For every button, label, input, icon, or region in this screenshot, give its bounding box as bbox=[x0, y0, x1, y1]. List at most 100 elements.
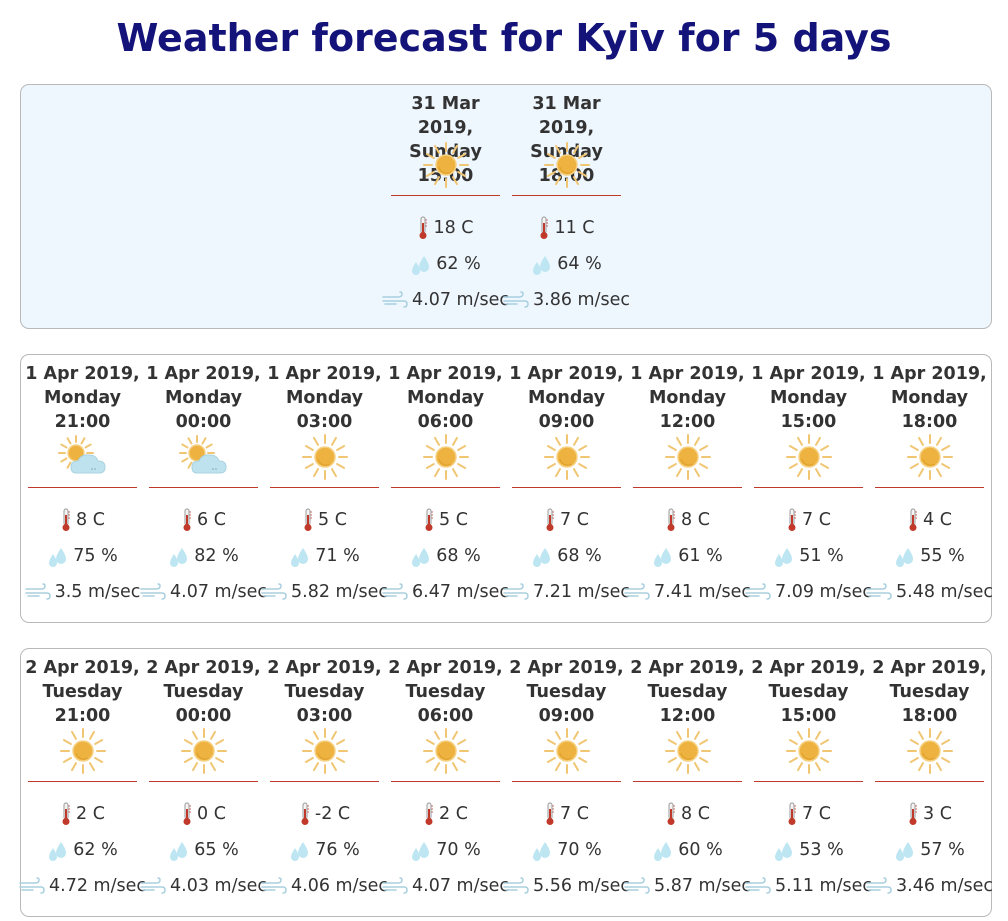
humidity-row: 68 % bbox=[531, 538, 602, 574]
humidity-drops-icon bbox=[531, 544, 557, 568]
wind-row: 5.82 m/sec bbox=[261, 574, 388, 610]
temperature-value: 8 C bbox=[681, 510, 710, 530]
wind-row: 7.21 m/sec bbox=[503, 574, 630, 610]
wind-value: 4.07 m/sec bbox=[412, 876, 509, 896]
humidity-row: 60 % bbox=[652, 832, 723, 868]
humidity-value: 62 % bbox=[73, 840, 118, 860]
wind-icon bbox=[745, 877, 775, 895]
wind-value: 4.06 m/sec bbox=[291, 876, 388, 896]
forecast-slots: 2 Apr 2019, Tuesday 21:00 2 C 62 % 4.72 m/s… bbox=[19, 649, 993, 916]
humidity-row: 53 % bbox=[773, 832, 844, 868]
forecast-slot: 2 Apr 2019, Tuesday 00:00 0 C 65 % 4.03 m/s… bbox=[140, 649, 267, 916]
humidity-drops-icon bbox=[894, 544, 920, 568]
sun-icon bbox=[421, 135, 471, 195]
wind-value: 6.47 m/sec bbox=[412, 582, 509, 602]
humidity-value: 62 % bbox=[436, 254, 481, 274]
wind-value: 7.41 m/sec bbox=[654, 582, 751, 602]
wind-value: 4.03 m/sec bbox=[170, 876, 267, 896]
slot-datetime: 2 Apr 2019, Tuesday 06:00 bbox=[388, 658, 503, 726]
humidity-value: 51 % bbox=[799, 546, 844, 566]
wind-row: 4.07 m/sec bbox=[140, 574, 267, 610]
sun-icon bbox=[542, 427, 592, 487]
wind-row: 3.46 m/sec bbox=[866, 868, 993, 904]
temperature-value: 2 C bbox=[439, 804, 468, 824]
temperature-row: 7 C bbox=[786, 796, 831, 832]
slot-datetime: 1 Apr 2019, Monday 06:00 bbox=[388, 364, 503, 432]
wind-value: 5.48 m/sec bbox=[896, 582, 993, 602]
forecast-slot: 2 Apr 2019, Tuesday 09:00 7 C 70 % 5.56 m/s… bbox=[503, 649, 630, 916]
thermometer-icon bbox=[786, 802, 802, 826]
temperature-row: 5 C bbox=[423, 502, 468, 538]
slot-datetime: 31 Mar 2019, Sunday 15:00 bbox=[409, 94, 482, 186]
humidity-drops-icon bbox=[652, 838, 678, 862]
humidity-row: 68 % bbox=[410, 538, 481, 574]
slot-datetime: 1 Apr 2019, Monday 00:00 bbox=[146, 364, 261, 432]
temperature-row: 8 C bbox=[60, 502, 105, 538]
humidity-row: 55 % bbox=[894, 538, 965, 574]
wind-icon bbox=[140, 877, 170, 895]
temperature-row: 6 C bbox=[181, 502, 226, 538]
temperature-row: 4 C bbox=[907, 502, 952, 538]
temperature-value: 0 C bbox=[197, 804, 226, 824]
day-card-2019-04-01: 1 Apr 2019, Monday 21:00 8 C 75 % 3.5 m/sec… bbox=[20, 354, 993, 623]
slot-divider bbox=[633, 487, 742, 488]
wind-icon bbox=[140, 583, 170, 601]
thermometer-icon bbox=[538, 216, 554, 240]
wind-value: 4.07 m/sec bbox=[412, 290, 509, 310]
slot-divider bbox=[633, 781, 742, 782]
forecast-slot: 2 Apr 2019, Tuesday 12:00 8 C 60 % 5.87 m/s… bbox=[624, 649, 751, 916]
thermometer-icon bbox=[907, 508, 923, 532]
slot-datetime: 2 Apr 2019, Tuesday 00:00 bbox=[146, 658, 261, 726]
slot-datetime: 2 Apr 2019, Tuesday 21:00 bbox=[25, 658, 140, 726]
humidity-row: 51 % bbox=[773, 538, 844, 574]
wind-icon bbox=[19, 877, 49, 895]
sun-icon bbox=[542, 721, 592, 781]
wind-row: 5.87 m/sec bbox=[624, 868, 751, 904]
wind-value: 3.86 m/sec bbox=[533, 290, 630, 310]
sun-icon bbox=[663, 721, 713, 781]
wind-icon bbox=[382, 291, 412, 309]
wind-icon bbox=[624, 877, 654, 895]
temperature-row: -2 C bbox=[299, 796, 350, 832]
forecast-slot: 31 Mar 2019, Sunday 15:00 18 C 62 % 4.07 m/… bbox=[382, 85, 509, 328]
sun-icon bbox=[179, 721, 229, 781]
wind-row: 3.5 m/sec bbox=[24, 574, 140, 610]
slot-divider bbox=[875, 487, 984, 488]
humidity-value: 55 % bbox=[920, 546, 965, 566]
slot-divider bbox=[512, 195, 621, 196]
wind-row: 4.07 m/sec bbox=[382, 868, 509, 904]
temperature-value: 7 C bbox=[560, 804, 589, 824]
sun-icon bbox=[784, 721, 834, 781]
forecast-slot: 2 Apr 2019, Tuesday 03:00 -2 C 76 % 4.06 m/… bbox=[261, 649, 388, 916]
thermometer-icon bbox=[665, 508, 681, 532]
wind-value: 4.72 m/sec bbox=[49, 876, 146, 896]
thermometer-icon bbox=[181, 508, 197, 532]
wind-row: 5.56 m/sec bbox=[503, 868, 630, 904]
humidity-drops-icon bbox=[47, 838, 73, 862]
forecast-slot: 31 Mar 2019, Sunday 18:00 11 C 64 % 3.86 m/… bbox=[503, 85, 630, 328]
slot-datetime: 1 Apr 2019, Monday 18:00 bbox=[872, 364, 987, 432]
slot-datetime: 2 Apr 2019, Tuesday 18:00 bbox=[872, 658, 987, 726]
slot-datetime: 2 Apr 2019, Tuesday 09:00 bbox=[509, 658, 624, 726]
humidity-value: 61 % bbox=[678, 546, 723, 566]
wind-row: 5.48 m/sec bbox=[866, 574, 993, 610]
thermometer-icon bbox=[423, 802, 439, 826]
sun-icon bbox=[663, 427, 713, 487]
humidity-row: 70 % bbox=[410, 832, 481, 868]
page-title: Weather forecast for Kyiv for 5 days bbox=[116, 16, 892, 60]
humidity-row: 82 % bbox=[168, 538, 239, 574]
humidity-value: 71 % bbox=[315, 546, 360, 566]
humidity-value: 82 % bbox=[194, 546, 239, 566]
thermometer-icon bbox=[60, 508, 76, 532]
humidity-row: 76 % bbox=[289, 832, 360, 868]
wind-row: 7.09 m/sec bbox=[745, 574, 872, 610]
wind-value: 7.21 m/sec bbox=[533, 582, 630, 602]
thermometer-icon bbox=[907, 802, 923, 826]
temperature-value: 8 C bbox=[76, 510, 105, 530]
slot-divider bbox=[270, 781, 379, 782]
humidity-value: 57 % bbox=[920, 840, 965, 860]
slot-datetime: 1 Apr 2019, Monday 03:00 bbox=[267, 364, 382, 432]
humidity-row: 62 % bbox=[47, 832, 118, 868]
thermometer-icon bbox=[181, 802, 197, 826]
temperature-value: 11 C bbox=[554, 218, 595, 238]
